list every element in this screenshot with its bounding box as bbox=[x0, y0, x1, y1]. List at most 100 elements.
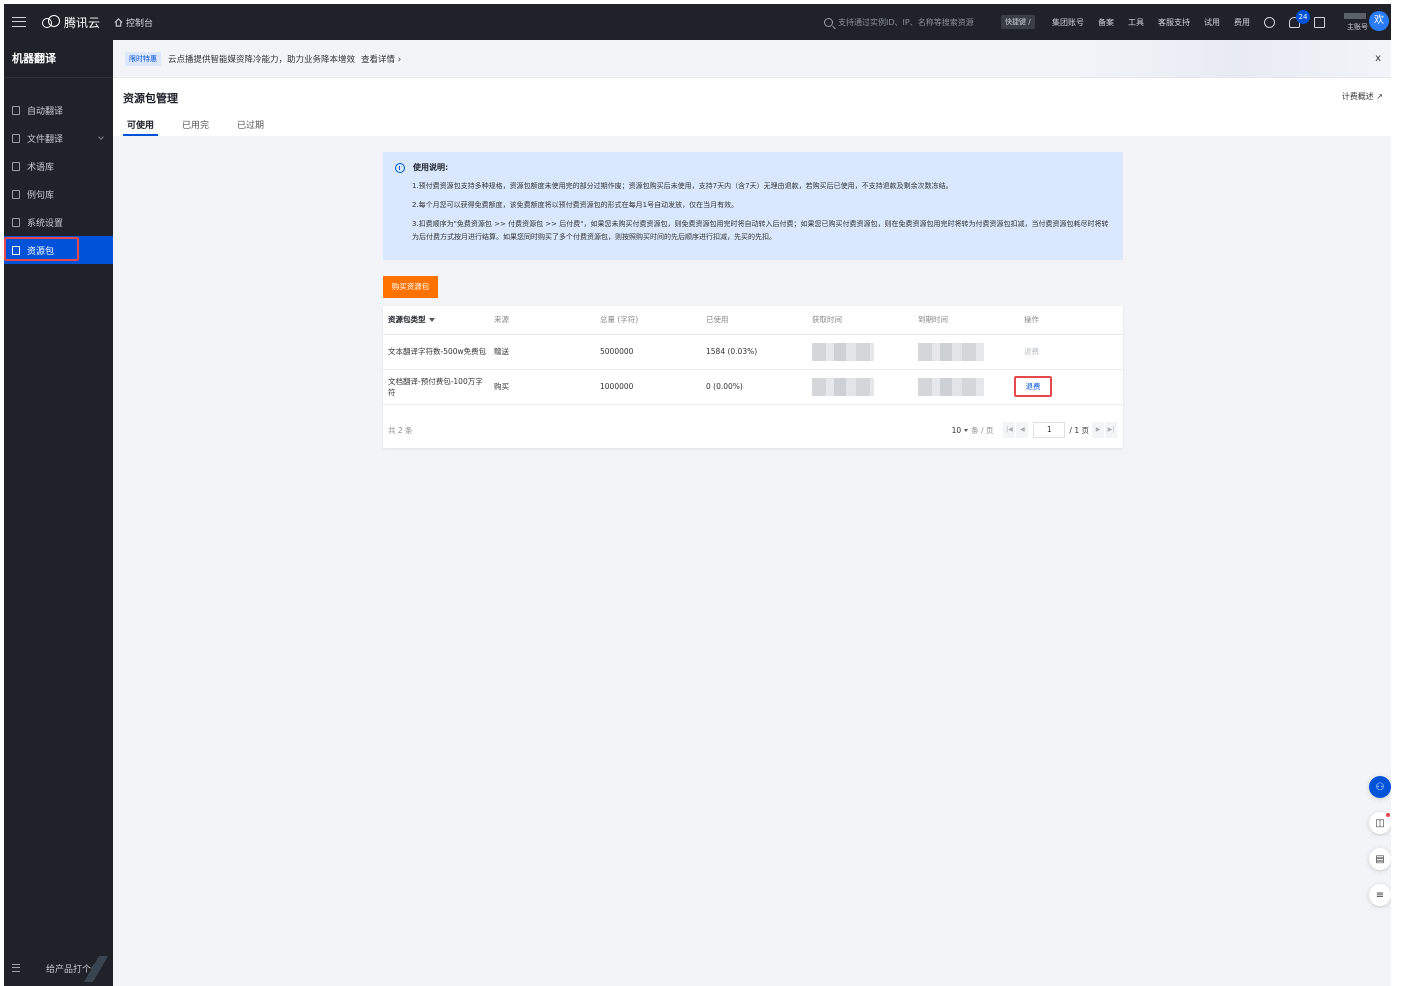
docs-button[interactable]: ▤ bbox=[1369, 848, 1391, 870]
cell-expiry bbox=[913, 369, 1019, 405]
topbar-item-support[interactable]: 客服支持 bbox=[1158, 17, 1190, 28]
global-search-input[interactable]: 支持通过实例ID、IP、名称等搜索资源 bbox=[824, 11, 996, 33]
column-header-source: 来源 bbox=[489, 306, 595, 335]
floating-toolbar: ⚇ ◫ ▤ ≡ bbox=[1369, 776, 1391, 920]
tab-available[interactable]: 可使用 bbox=[123, 118, 159, 136]
sidebar: 机器翻译 自动翻译 文件翻译 术语库 例句库 系统设置 资源包 给产品打个分 bbox=[4, 40, 113, 986]
last-page-icon[interactable]: ▶| bbox=[1105, 422, 1117, 438]
column-header-expiry: 到期时间 bbox=[913, 306, 1019, 335]
glossary-icon bbox=[12, 161, 20, 171]
list-icon: ≡ bbox=[1375, 889, 1385, 901]
sidebar-item-resource-package[interactable]: 资源包 bbox=[4, 236, 113, 264]
decorative-stripe bbox=[81, 956, 111, 982]
column-header-type[interactable]: 资源包类型 bbox=[383, 306, 489, 335]
sidebar-item-label: 术语库 bbox=[27, 162, 55, 173]
compass-icon[interactable] bbox=[1264, 16, 1275, 28]
pagination: 10 条 / 页 |◀ ◀ 1 / 1 页 ▶ ▶| bbox=[952, 422, 1118, 438]
cell-type: 文档翻译-预付费包-100万字符 bbox=[383, 369, 489, 405]
brand-name: 腾讯云 bbox=[64, 15, 101, 30]
refund-button[interactable]: 退费 bbox=[1014, 376, 1052, 397]
cell-action: 退费 bbox=[1014, 369, 1123, 405]
billing-overview-link[interactable]: 计费概述 ↗ bbox=[1342, 91, 1383, 102]
billing-overview-label: 计费概述 bbox=[1341, 92, 1374, 101]
menu-icon[interactable] bbox=[12, 17, 26, 27]
promo-tag: 限时特惠 bbox=[125, 51, 161, 66]
usage-instructions: 使用说明: 1.预付费资源包支持多种规格，资源包额度未使用完的部分过期作废；资源… bbox=[383, 152, 1123, 260]
top-navigation-bar: 腾讯云 控制台 支持通过实例ID、IP、名称等搜索资源 快捷键 / 集团账号 备… bbox=[4, 4, 1391, 40]
sidebar-item-label: 文件翻译 bbox=[27, 134, 64, 145]
total-count: 共 2 条 bbox=[388, 425, 413, 435]
search-placeholder: 支持通过实例ID、IP、名称等搜索资源 bbox=[838, 17, 974, 27]
shortcut-hint: 快捷键 / bbox=[1001, 15, 1035, 29]
cell-total: 5000000 bbox=[595, 334, 701, 370]
example-icon bbox=[12, 189, 20, 199]
page-title: 资源包管理 bbox=[123, 92, 178, 105]
settings-icon bbox=[12, 217, 20, 227]
cell-total: 1000000 bbox=[595, 369, 701, 405]
app-window: 腾讯云 控制台 支持通过实例ID、IP、名称等搜索资源 快捷键 / 集团账号 备… bbox=[4, 4, 1391, 986]
prev-page-icon[interactable]: ◀ bbox=[1016, 422, 1029, 438]
cell-acquired bbox=[807, 369, 913, 405]
topbar-item-tools[interactable]: 工具 bbox=[1128, 17, 1144, 28]
instruction-line: 3.扣费顺序为"免费资源包 >> 付费资源包 >> 后付费"，如果您未购买付费资… bbox=[412, 220, 1109, 241]
column-header-acquired: 获取时间 bbox=[807, 306, 913, 335]
brand-logo[interactable]: 腾讯云 bbox=[42, 14, 100, 31]
rate-product-link[interactable]: 给产品打个分 bbox=[4, 950, 113, 986]
sidebar-item-settings[interactable]: 系统设置 bbox=[4, 208, 113, 236]
cell-used: 1584 (0.03%) bbox=[701, 334, 807, 370]
first-page-icon[interactable]: |◀ bbox=[1003, 422, 1016, 438]
sidebar-item-file-translate[interactable]: 文件翻译 bbox=[4, 124, 113, 152]
topbar-item-billing[interactable]: 费用 bbox=[1234, 17, 1250, 28]
cell-action: 退费 bbox=[1019, 334, 1123, 370]
sidebar-item-glossary[interactable]: 术语库 bbox=[4, 152, 113, 180]
redacted-date bbox=[812, 377, 874, 396]
console-link[interactable]: 控制台 bbox=[114, 16, 153, 29]
tab-expired[interactable]: 已过期 bbox=[233, 118, 268, 136]
customer-service-button[interactable]: ⚇ bbox=[1369, 776, 1391, 798]
feedback-button[interactable]: ◫ bbox=[1369, 812, 1391, 834]
table-footer: 共 2 条 10 条 / 页 |◀ ◀ 1 / 1 页 ▶ ▶| bbox=[388, 420, 1118, 440]
cloud-logo-icon bbox=[42, 15, 60, 29]
cell-source: 赠送 bbox=[489, 334, 595, 370]
more-button[interactable]: ≡ bbox=[1369, 884, 1391, 906]
page-header: 资源包管理 计费概述 ↗ 可使用 已用完 已过期 bbox=[113, 78, 1391, 136]
tab-used-up[interactable]: 已用完 bbox=[178, 118, 213, 136]
highlight-box bbox=[4, 237, 79, 261]
promo-details-link[interactable]: 查看详情 › bbox=[361, 53, 401, 65]
instruction-line: 1.预付费资源包支持多种规格，资源包额度未使用完的部分过期作废；资源包购买后未使… bbox=[412, 182, 953, 190]
sidebar-menu: 自动翻译 文件翻译 术语库 例句库 系统设置 资源包 bbox=[4, 96, 113, 264]
search-icon bbox=[824, 17, 833, 27]
page-number-input[interactable]: 1 bbox=[1033, 422, 1066, 438]
total-pages: / 1 页 bbox=[1069, 425, 1089, 435]
column-header-used: 已使用 bbox=[701, 306, 807, 335]
page-size-select[interactable]: 10 bbox=[952, 426, 962, 435]
external-link-icon: ↗ bbox=[1376, 92, 1383, 101]
account-name-redacted bbox=[1344, 13, 1366, 19]
redacted-date bbox=[918, 377, 984, 396]
table-header-row: 资源包类型 来源 总量 (字符) 已使用 获取时间 到期时间 操作 bbox=[383, 306, 1123, 335]
headset-icon: ⚇ bbox=[1375, 781, 1385, 793]
filter-icon[interactable] bbox=[428, 318, 435, 323]
instructions-heading: 使用说明: bbox=[395, 162, 1111, 173]
topbar-item-filing[interactable]: 备案 bbox=[1098, 17, 1114, 28]
sidebar-item-auto-translate[interactable]: 自动翻译 bbox=[4, 96, 113, 124]
chevron-down-icon bbox=[98, 134, 104, 140]
sidebar-item-examples[interactable]: 例句库 bbox=[4, 180, 113, 208]
close-icon[interactable]: x bbox=[1375, 53, 1381, 64]
topbar-item-group-account[interactable]: 集团账号 bbox=[1052, 17, 1084, 28]
avatar[interactable]: 欢 bbox=[1369, 11, 1389, 31]
account-type-label[interactable]: 主账号 bbox=[1347, 22, 1368, 32]
topbar-item-trial[interactable]: 试用 bbox=[1204, 17, 1220, 28]
list-icon bbox=[12, 964, 20, 972]
info-icon bbox=[395, 162, 405, 173]
buy-package-button[interactable]: 购买资源包 bbox=[383, 276, 438, 298]
tab-bar: 可使用 已用完 已过期 bbox=[123, 118, 288, 136]
cell-source: 购买 bbox=[489, 369, 595, 405]
chevron-down-icon[interactable] bbox=[964, 428, 969, 432]
message-icon: ◫ bbox=[1375, 817, 1385, 829]
table-row: 文本翻译字符数-500w免费包 赠送 5000000 1584 (0.03%) … bbox=[383, 334, 1123, 370]
document-icon[interactable] bbox=[1314, 16, 1325, 28]
package-table: 资源包类型 来源 总量 (字符) 已使用 获取时间 到期时间 操作 文本翻译字符… bbox=[383, 306, 1123, 405]
next-page-icon[interactable]: ▶ bbox=[1092, 422, 1104, 438]
red-dot-indicator bbox=[1386, 813, 1390, 817]
